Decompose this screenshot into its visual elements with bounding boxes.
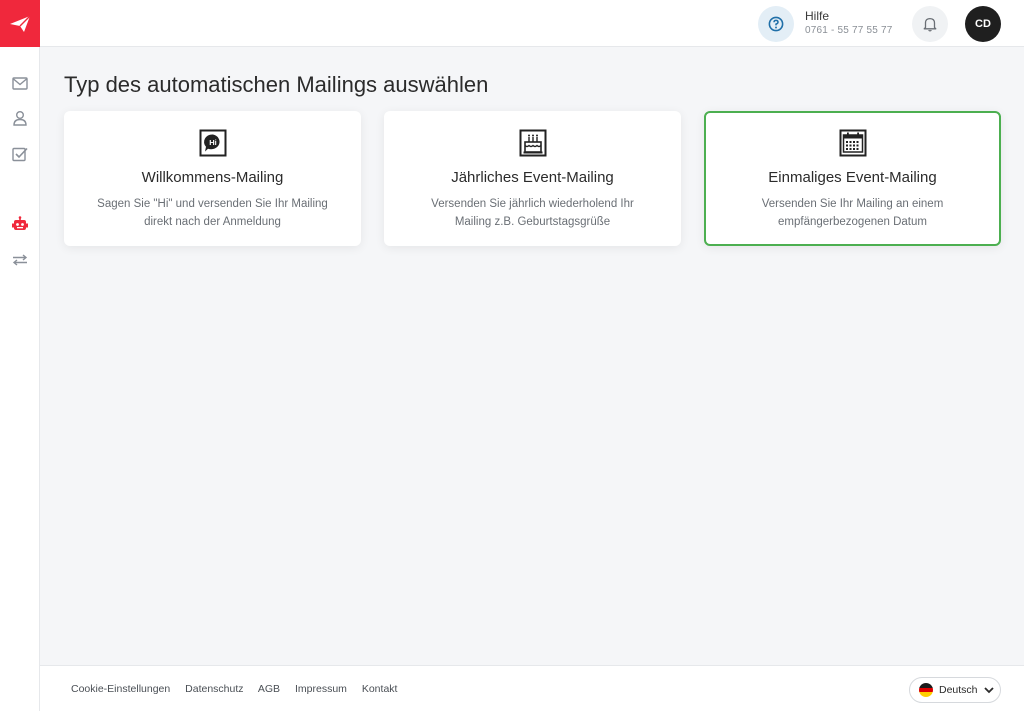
svg-text:Hi: Hi [209, 138, 217, 147]
footer: Cookie-Einstellungen Datenschutz AGB Imp… [40, 665, 1024, 711]
card-welcome-mailing[interactable]: Hi Willkommens-Mailing Sagen Sie "Hi" un… [64, 111, 361, 246]
transfer-icon [12, 254, 28, 266]
footer-link-terms[interactable]: AGB [258, 683, 280, 695]
avatar[interactable]: CD [965, 6, 1001, 42]
footer-link-contact[interactable]: Kontakt [362, 683, 398, 695]
card-description-line: Sagen Sie "Hi" und versenden Sie Ihr Mai… [97, 198, 328, 210]
help-button[interactable] [758, 6, 794, 42]
footer-links: Cookie-Einstellungen Datenschutz AGB Imp… [71, 683, 409, 695]
sidebar-item-automation[interactable] [0, 212, 40, 236]
birthday-cake-icon [519, 129, 546, 157]
footer-link-imprint[interactable]: Impressum [295, 683, 347, 695]
sidebar-item-contacts[interactable] [0, 106, 40, 130]
robot-icon [12, 216, 28, 230]
user-icon [13, 111, 27, 126]
card-description-line: empfängerbezogenen Datum [778, 216, 927, 228]
card-title: Jährliches Event-Mailing [451, 169, 614, 186]
language-label: Deutsch [939, 684, 978, 696]
card-description-line: Versenden Sie Ihr Mailing an einem [761, 198, 944, 210]
card-title: Einmaliges Event-Mailing [768, 169, 937, 186]
help-title: Hilfe [805, 9, 830, 23]
sidebar-item-integrations[interactable] [0, 248, 40, 272]
card-description: Versenden Sie jährlich wiederholend Ihr … [406, 195, 659, 231]
hi-speech-bubble-icon: Hi [199, 129, 226, 157]
mail-icon [12, 76, 28, 90]
card-annual-event-mailing[interactable]: Jährliches Event-Mailing Versenden Sie j… [384, 111, 681, 246]
notifications-button[interactable] [912, 6, 948, 42]
bell-icon [923, 17, 937, 32]
question-mark-icon [768, 16, 784, 32]
top-bar: Hilfe 0761 - 55 77 55 77 CD [40, 0, 1024, 47]
footer-link-cookie-settings[interactable]: Cookie-Einstellungen [71, 683, 170, 695]
card-description-line: direkt nach der Anmeldung [144, 216, 281, 228]
calendar-icon [839, 129, 866, 157]
sidebar [0, 0, 40, 711]
footer-link-privacy[interactable]: Datenschutz [185, 683, 243, 695]
logo[interactable] [0, 0, 40, 47]
german-flag-icon [919, 683, 933, 697]
sidebar-item-tasks[interactable] [0, 142, 40, 166]
page-title: Typ des automatischen Mailings auswählen [64, 72, 489, 97]
chevron-down-icon [983, 686, 994, 693]
help-phone[interactable]: 0761 - 55 77 55 77 [805, 24, 893, 38]
card-description-line: Mailing z.B. Geburtstagsgrüße [454, 216, 611, 228]
sidebar-item-mailings[interactable] [0, 71, 40, 95]
help-info: Hilfe 0761 - 55 77 55 77 [805, 9, 893, 38]
language-selector[interactable]: Deutsch [909, 677, 1001, 703]
card-description: Versenden Sie Ihr Mailing an einem empfä… [726, 195, 979, 231]
card-one-time-event-mailing[interactable]: Einmaliges Event-Mailing Versenden Sie I… [704, 111, 1001, 246]
paper-plane-icon [10, 15, 31, 32]
card-description-line: Versenden Sie jährlich wiederholend Ihr [431, 198, 634, 210]
card-description: Sagen Sie "Hi" und versenden Sie Ihr Mai… [86, 195, 339, 231]
card-title: Willkommens-Mailing [141, 169, 284, 186]
checkbox-icon [12, 147, 28, 161]
